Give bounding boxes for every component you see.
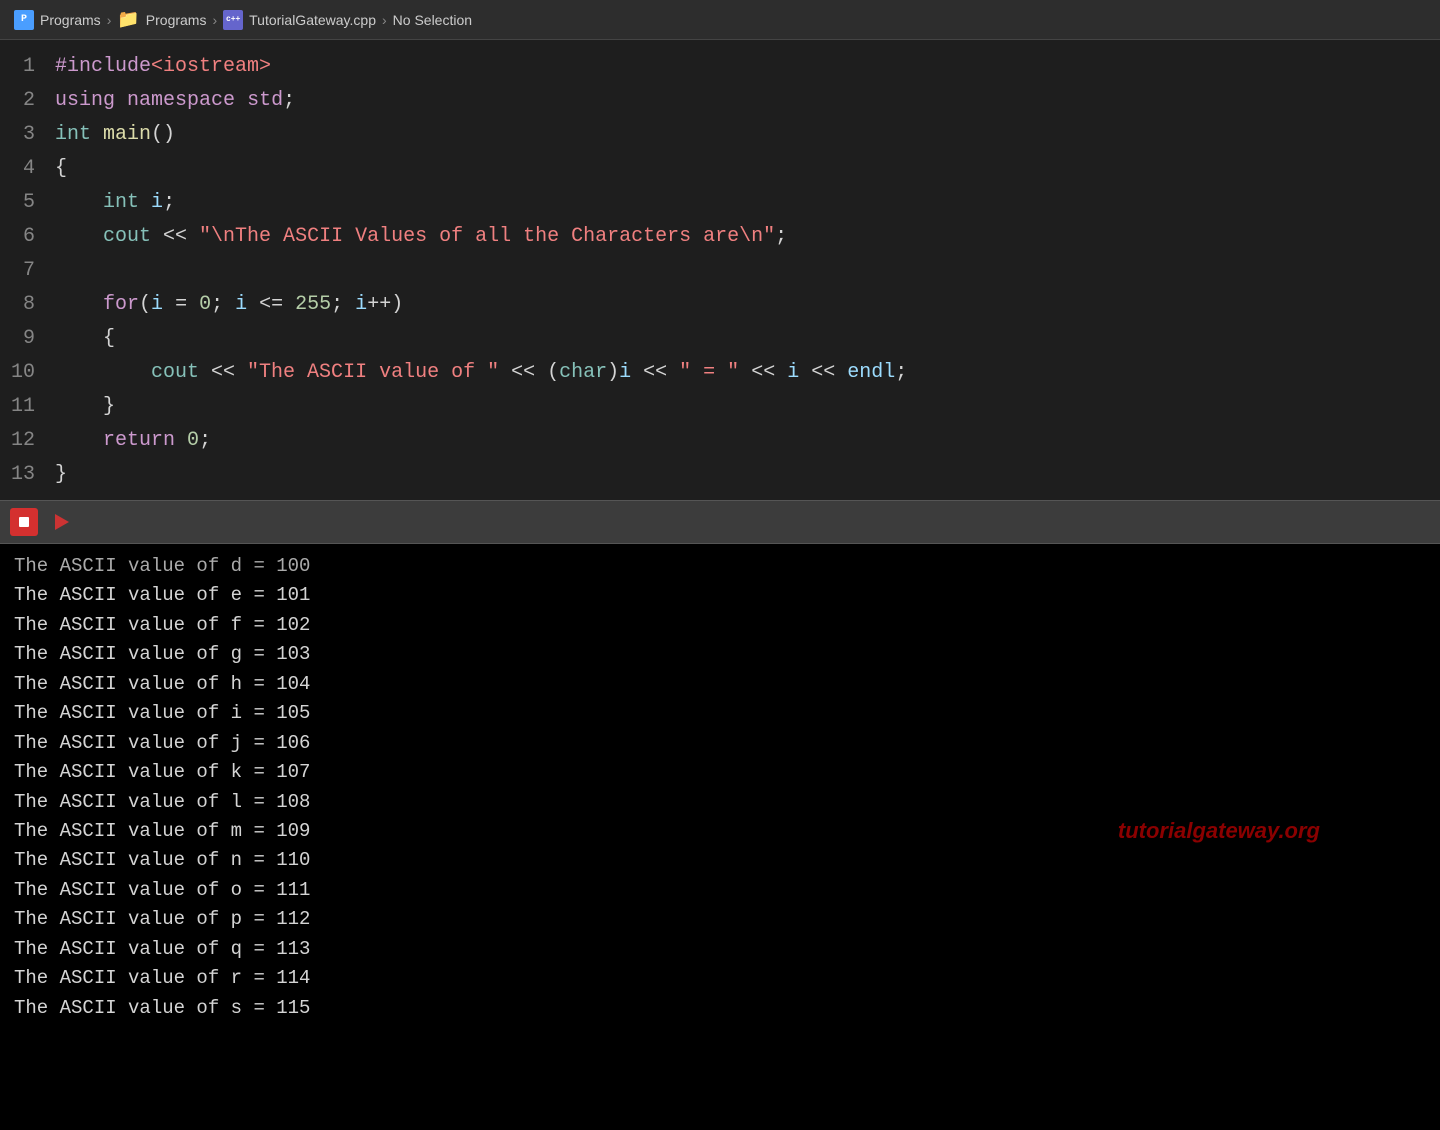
code-line: 8 for(i = 0; i <= 255; i++) — [0, 288, 1440, 322]
line-number: 4 — [0, 153, 55, 185]
run-button[interactable] — [48, 508, 76, 536]
line-content: cout << "\nThe ASCII Values of all the C… — [55, 221, 787, 253]
programs-icon: P — [14, 10, 34, 30]
line-number: 3 — [0, 119, 55, 151]
line-content: } — [55, 391, 115, 423]
line-number: 12 — [0, 425, 55, 457]
terminal-line: The ASCII value of i = 105 — [14, 699, 1426, 728]
line-number: 6 — [0, 221, 55, 253]
terminal-line: The ASCII value of r = 114 — [14, 964, 1426, 993]
code-line: 3int main() — [0, 118, 1440, 152]
terminal-line: The ASCII value of d = 100 — [14, 552, 1426, 581]
watermark: tutorialgateway.org — [1118, 814, 1320, 848]
line-content: { — [55, 153, 67, 185]
folder-icon: 📁 — [117, 9, 139, 31]
code-line: 5 int i; — [0, 186, 1440, 220]
cpp-file-icon: c++ — [223, 10, 243, 30]
breadcrumb-sep-1: › — [107, 12, 112, 28]
terminal-output: The ASCII value of d = 100The ASCII valu… — [0, 544, 1440, 1130]
breadcrumb-sep-2: › — [212, 12, 217, 28]
line-number: 10 — [0, 357, 55, 389]
breadcrumb-item-2[interactable]: Programs — [146, 12, 207, 28]
code-line: 12 return 0; — [0, 424, 1440, 458]
terminal-line: The ASCII value of h = 104 — [14, 670, 1426, 699]
terminal-line: The ASCII value of o = 111 — [14, 876, 1426, 905]
line-content: for(i = 0; i <= 255; i++) — [55, 289, 403, 321]
line-content: { — [55, 323, 115, 355]
line-number: 5 — [0, 187, 55, 219]
line-number: 11 — [0, 391, 55, 423]
breadcrumb-sep-3: › — [382, 12, 387, 28]
code-line: 11 } — [0, 390, 1440, 424]
code-line: 7 — [0, 254, 1440, 288]
line-number: 2 — [0, 85, 55, 117]
code-line: 1#include<iostream> — [0, 50, 1440, 84]
terminal-line: The ASCII value of f = 102 — [14, 611, 1426, 640]
terminal-line: The ASCII value of n = 110 — [14, 846, 1426, 875]
line-number: 8 — [0, 289, 55, 321]
line-content: #include<iostream> — [55, 51, 271, 83]
terminal-line: The ASCII value of l = 108 — [14, 788, 1426, 817]
line-number: 9 — [0, 323, 55, 355]
stop-button[interactable] — [10, 508, 38, 536]
terminal-line: The ASCII value of e = 101 — [14, 581, 1426, 610]
terminal-line: The ASCII value of j = 106 — [14, 729, 1426, 758]
line-content: using namespace std; — [55, 85, 295, 117]
code-line: 9 { — [0, 322, 1440, 356]
code-line: 10 cout << "The ASCII value of " << (cha… — [0, 356, 1440, 390]
breadcrumb-item-1[interactable]: Programs — [40, 12, 101, 28]
code-line: 4{ — [0, 152, 1440, 186]
terminal-line: The ASCII value of p = 112 — [14, 905, 1426, 934]
terminal-line: The ASCII value of k = 107 — [14, 758, 1426, 787]
code-line: 13} — [0, 458, 1440, 492]
line-number: 7 — [0, 255, 55, 287]
line-number: 13 — [0, 459, 55, 491]
code-line: 2using namespace std; — [0, 84, 1440, 118]
line-content: cout << "The ASCII value of " << (char)i… — [55, 357, 907, 389]
editor-toolbar — [0, 500, 1440, 544]
breadcrumb-item-3[interactable]: TutorialGateway.cpp — [249, 12, 376, 28]
breadcrumb-no-selection: No Selection — [393, 12, 472, 28]
line-content: int i; — [55, 187, 175, 219]
code-line: 6 cout << "\nThe ASCII Values of all the… — [0, 220, 1440, 254]
line-content: } — [55, 459, 67, 491]
code-editor[interactable]: 1#include<iostream>2using namespace std;… — [0, 40, 1440, 500]
terminal-line: The ASCII value of q = 113 — [14, 935, 1426, 964]
breadcrumb-bar: P Programs › 📁 Programs › c++ TutorialGa… — [0, 0, 1440, 40]
line-content: int main() — [55, 119, 175, 151]
terminal-line: The ASCII value of g = 103 — [14, 640, 1426, 669]
terminal-line: The ASCII value of s = 115 — [14, 994, 1426, 1023]
line-content: return 0; — [55, 425, 211, 457]
line-number: 1 — [0, 51, 55, 83]
